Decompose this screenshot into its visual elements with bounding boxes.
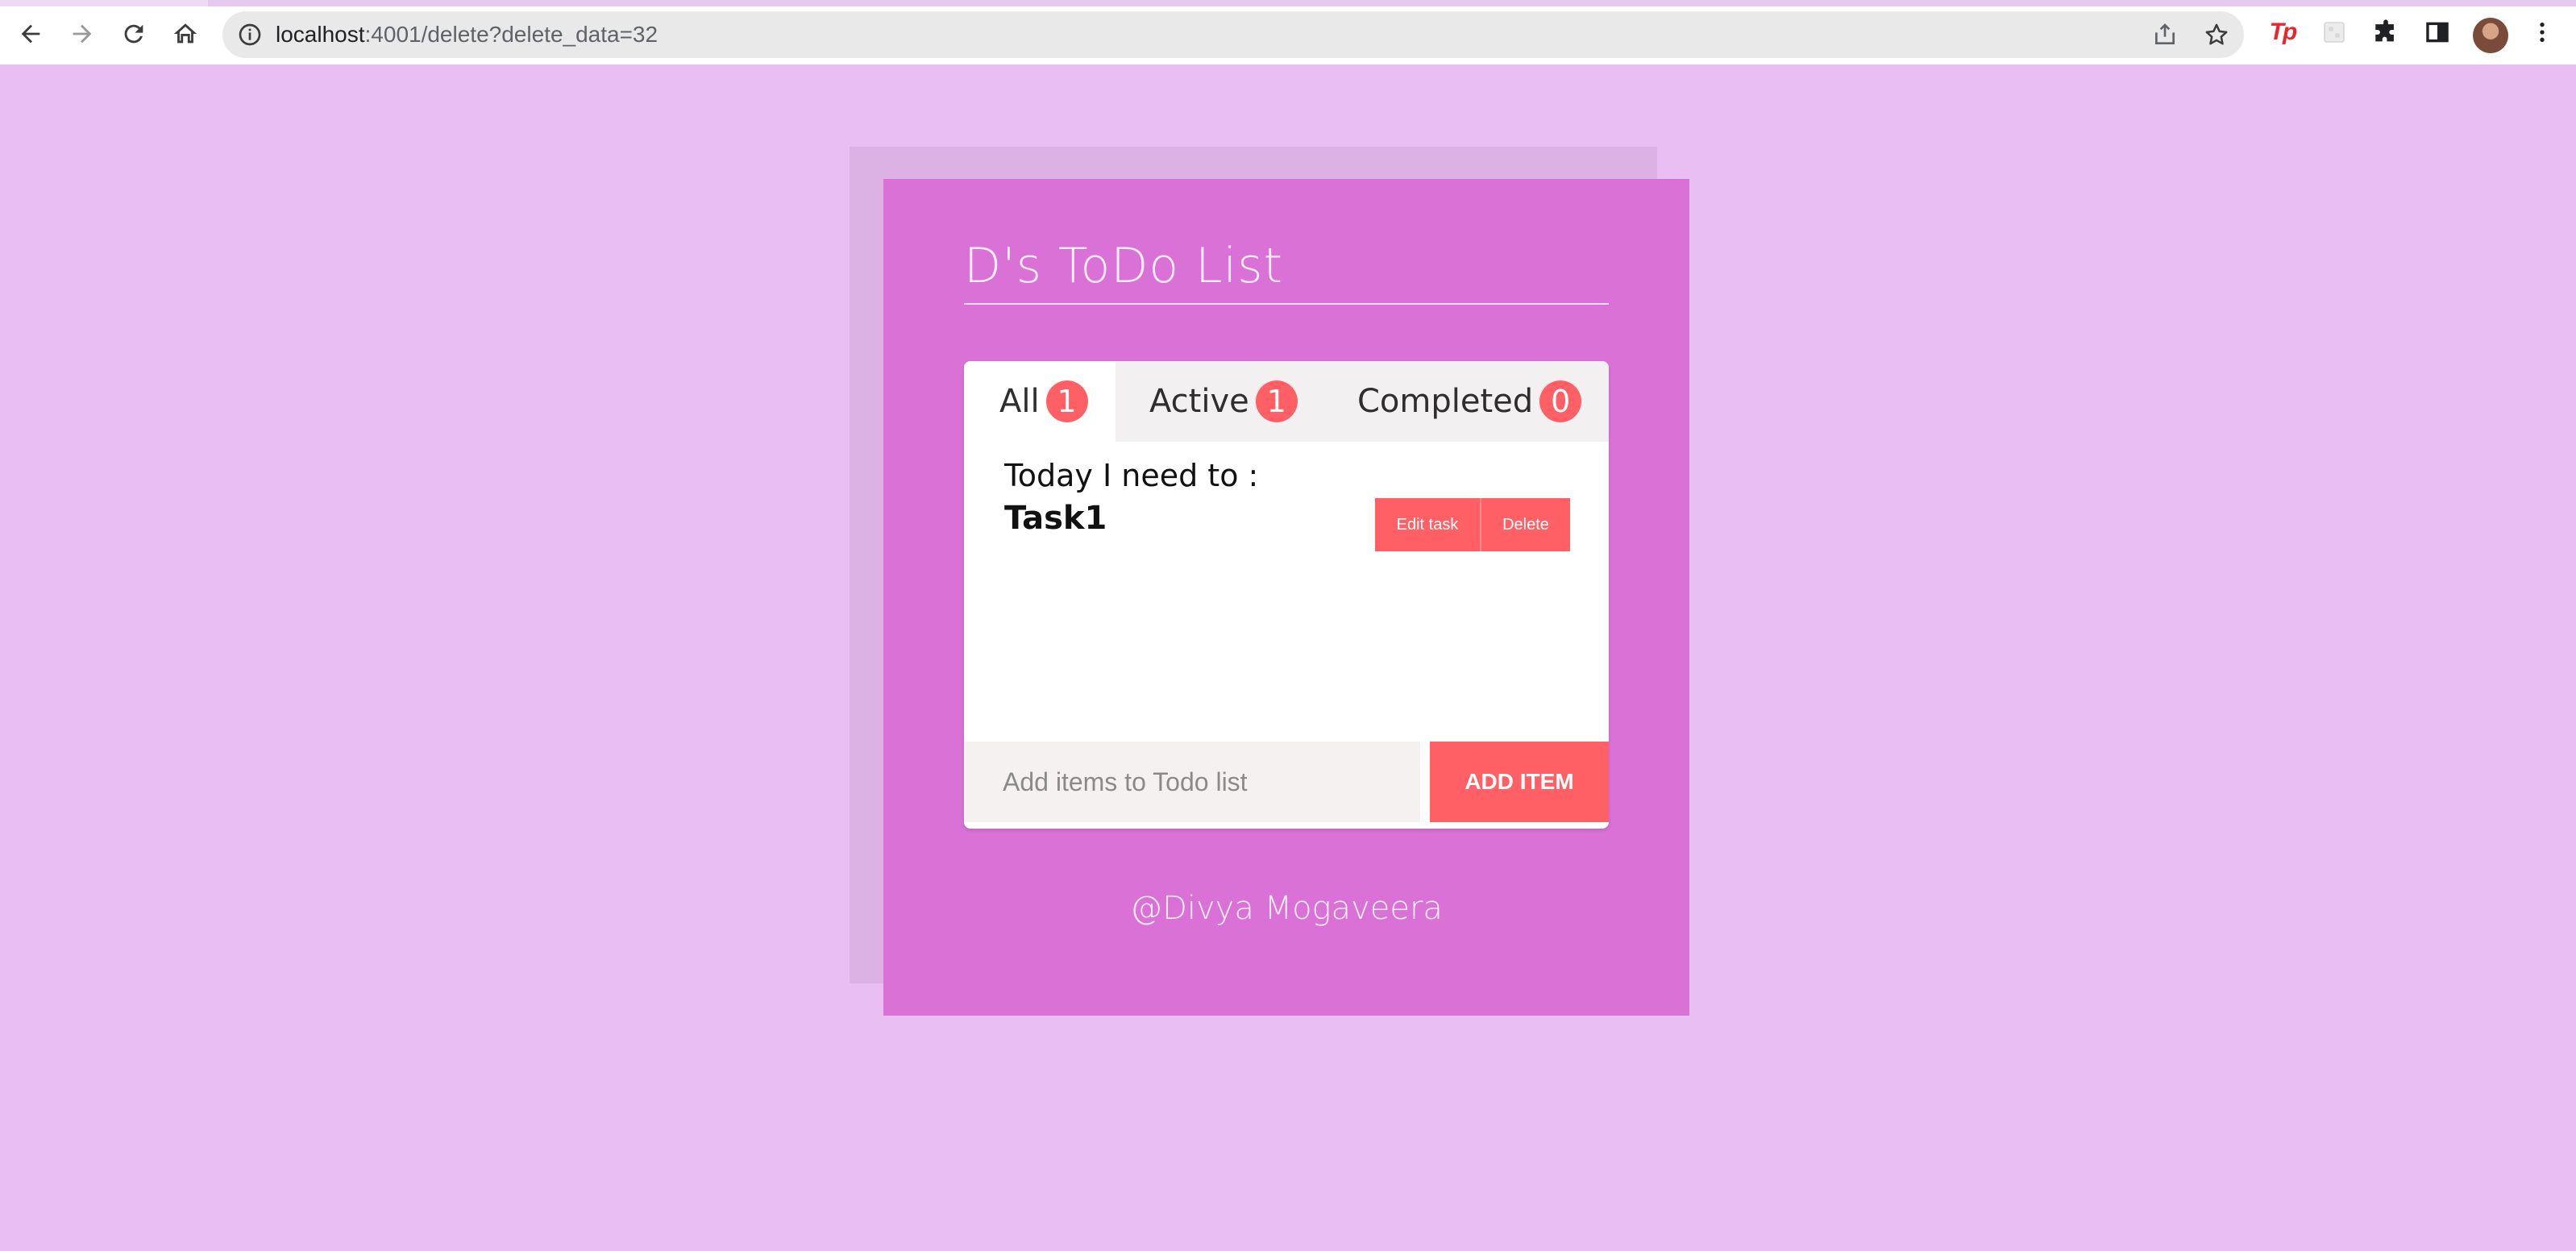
- add-item-button[interactable]: ADD ITEM: [1430, 742, 1609, 822]
- reload-icon[interactable]: [114, 15, 153, 53]
- tab-active-label: Active: [1149, 383, 1249, 420]
- tab-completed[interactable]: Completed 0: [1357, 361, 1582, 442]
- edit-task-button[interactable]: Edit task: [1375, 498, 1481, 551]
- tab-completed-label: Completed: [1357, 383, 1534, 420]
- tab-all-count-badge: 1: [1045, 380, 1088, 422]
- tp-extension-label: Tp: [2269, 19, 2298, 45]
- tab-strip-edge: [0, 0, 2576, 6]
- tab-active-count-badge: 1: [1255, 380, 1298, 422]
- tab-all-label: All: [999, 383, 1040, 420]
- extension-tile-icon[interactable]: [2318, 16, 2350, 48]
- back-arrow-icon[interactable]: [11, 15, 50, 53]
- url-path: :4001/delete?delete_data=32: [364, 22, 659, 47]
- menu-dots-icon[interactable]: [2526, 16, 2558, 48]
- puzzle-icon[interactable]: [2370, 16, 2402, 48]
- delete-task-button[interactable]: Delete: [1481, 498, 1570, 551]
- todo-card: D's ToDo List All 1 Active 1 Completed 0…: [883, 179, 1689, 1016]
- add-item-input[interactable]: [964, 742, 1420, 822]
- star-icon[interactable]: [2202, 20, 2231, 49]
- forward-arrow-icon[interactable]: [63, 15, 102, 53]
- tab-completed-count-badge: 0: [1539, 380, 1582, 422]
- tab-bar: All 1 Active 1 Completed 0: [964, 361, 1609, 442]
- address-bar[interactable]: localhost:4001/delete?delete_data=32: [222, 11, 2244, 58]
- side-panel-icon[interactable]: [2421, 16, 2453, 48]
- todo-panel: All 1 Active 1 Completed 0 Today I need …: [964, 361, 1609, 829]
- home-icon[interactable]: [166, 15, 205, 53]
- url-text[interactable]: localhost:4001/delete?delete_data=32: [276, 11, 658, 58]
- browser-toolbar: localhost:4001/delete?delete_data=32 Tp: [0, 0, 2576, 64]
- tab-active[interactable]: Active 1: [1149, 361, 1298, 442]
- task-item-name: Task1: [1004, 500, 1107, 537]
- url-host: localhost: [276, 22, 365, 47]
- tp-extension-icon[interactable]: Tp: [2266, 16, 2299, 48]
- task-heading: Today I need to :: [1004, 458, 1259, 493]
- info-icon[interactable]: [237, 22, 263, 48]
- share-icon[interactable]: [2150, 20, 2179, 49]
- footer-credit: @Divya Mogaveera: [1130, 890, 1443, 927]
- page-title: D's ToDo List: [964, 232, 1609, 305]
- task-list: Today I need to : Task1 Edit task Delete: [964, 442, 1609, 742]
- avatar[interactable]: [2473, 18, 2508, 53]
- add-item-row: ADD ITEM: [964, 742, 1609, 829]
- tab-all[interactable]: All 1: [964, 361, 1116, 442]
- task-actions: Edit task Delete: [1375, 498, 1570, 551]
